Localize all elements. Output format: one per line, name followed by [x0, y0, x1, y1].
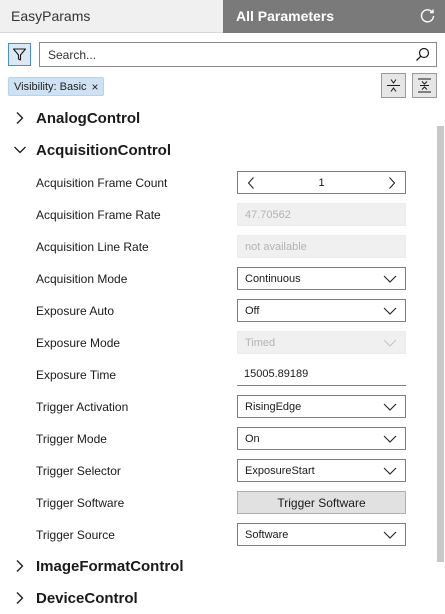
param-value: 1 [318, 177, 325, 189]
group-label: AcquisitionControl [36, 142, 171, 159]
group-devicecontrol[interactable]: DeviceControl [0, 582, 430, 614]
trigger-source-dropdown[interactable]: Software [237, 523, 406, 546]
search-icon[interactable] [415, 47, 430, 62]
chevron-down-icon [383, 467, 397, 475]
param-row-exposure-auto: Exposure Auto Off [0, 295, 430, 327]
param-value: 47.70562 [245, 209, 291, 221]
filter-button[interactable] [8, 43, 31, 66]
param-value: ExposureStart [245, 465, 315, 477]
tab-all-parameters-label: All Parameters [236, 8, 335, 24]
acquisition-mode-dropdown[interactable]: Continuous [237, 267, 406, 290]
chevron-down-icon [383, 275, 397, 283]
chevron-down-icon [383, 339, 397, 347]
trigger-selector-dropdown[interactable]: ExposureStart [237, 459, 406, 482]
tab-all-parameters[interactable]: All Parameters [223, 0, 445, 33]
param-row-trigger-software: Trigger Software Trigger Software [0, 487, 430, 519]
exposure-mode-dropdown: Timed [237, 331, 406, 354]
param-label: Acquisition Mode [36, 272, 128, 286]
param-label: Exposure Mode [36, 336, 121, 350]
trigger-mode-dropdown[interactable]: On [237, 427, 406, 450]
param-row-acquisition-frame-rate: Acquisition Frame Rate 47.70562 [0, 199, 430, 231]
group-label: ImageFormatControl [36, 558, 184, 575]
filter-icon [12, 48, 27, 61]
collapse-all-icon [387, 79, 400, 92]
expand-all-button[interactable] [412, 73, 437, 98]
param-label: Acquisition Line Rate [36, 240, 149, 254]
collapse-all-button[interactable] [381, 73, 406, 98]
param-row-exposure-mode: Exposure Mode Timed [0, 327, 430, 359]
group-analogcontrol[interactable]: AnalogControl [0, 102, 430, 134]
chevron-down-icon [383, 435, 397, 443]
param-value: On [245, 433, 260, 445]
param-value: RisingEdge [245, 401, 302, 413]
param-row-trigger-activation: Trigger Activation RisingEdge [0, 391, 430, 423]
param-value: Off [245, 305, 260, 317]
param-label: Acquisition Frame Count [36, 176, 168, 190]
param-row-exposure-time: Exposure Time 15005.89189 [0, 359, 430, 391]
param-label: Exposure Time [36, 368, 117, 382]
tab-easyparams[interactable]: EasyParams [0, 0, 223, 33]
chevron-down-icon[interactable] [13, 143, 27, 157]
chevron-right-icon[interactable] [13, 559, 27, 573]
param-row-acquisition-frame-count: Acquisition Frame Count 1 [0, 167, 430, 199]
group-imageformatcontrol[interactable]: ImageFormatControl [0, 550, 430, 582]
param-label: Trigger Software [36, 496, 125, 510]
expand-all-icon [418, 78, 431, 93]
chevron-down-icon [383, 403, 397, 411]
param-row-acquisition-line-rate: Acquisition Line Rate not available [0, 231, 430, 263]
group-label: AnalogControl [36, 110, 141, 127]
acquisition-frame-rate-field: 47.70562 [237, 203, 406, 226]
exposure-time-input[interactable]: 15005.89189 [237, 363, 406, 386]
exposure-auto-dropdown[interactable]: Off [237, 299, 406, 322]
tab-easyparams-label: EasyParams [11, 8, 91, 24]
chevron-right-icon[interactable] [387, 176, 397, 190]
trigger-activation-dropdown[interactable]: RisingEdge [237, 395, 406, 418]
param-row-trigger-mode: Trigger Mode On [0, 423, 430, 455]
param-row-acquisition-mode: Acquisition Mode Continuous [0, 263, 430, 295]
group-label: DeviceControl [36, 590, 138, 607]
chevron-right-icon[interactable] [13, 591, 27, 605]
param-label: Exposure Auto [36, 304, 115, 318]
visibility-chip-label: Visibility: Basic [14, 80, 87, 93]
param-value: 15005.89189 [244, 368, 309, 380]
visibility-filter-chip: Visibility: Basic × [8, 77, 104, 96]
param-value: not available [245, 241, 307, 253]
search-box [39, 42, 437, 67]
param-label: Trigger Activation [36, 400, 129, 414]
param-value: Timed [245, 337, 276, 349]
param-row-trigger-source: Trigger Source Software [0, 519, 430, 551]
tab-bar: EasyParams All Parameters [0, 0, 445, 33]
chevron-down-icon [383, 531, 397, 539]
param-label: Trigger Selector [36, 464, 121, 478]
acquisition-line-rate-field: not available [237, 235, 406, 258]
trigger-software-button[interactable]: Trigger Software [237, 491, 406, 514]
chevron-right-icon[interactable] [13, 111, 27, 125]
refresh-icon[interactable] [419, 7, 436, 24]
param-label: Trigger Mode [36, 432, 107, 446]
vertical-scrollbar[interactable] [437, 126, 444, 562]
param-label: Acquisition Frame Rate [36, 208, 161, 222]
acquisition-frame-count-stepper[interactable]: 1 [237, 171, 406, 194]
group-acquisitioncontrol[interactable]: AcquisitionControl [0, 134, 430, 166]
param-label: Trigger Source [36, 528, 115, 542]
chevron-down-icon [383, 307, 397, 315]
trigger-software-button-label: Trigger Software [277, 496, 366, 510]
search-input[interactable] [40, 43, 390, 66]
remove-filter-icon[interactable]: × [92, 81, 99, 93]
param-value: Continuous [245, 273, 301, 285]
param-row-trigger-selector: Trigger Selector ExposureStart [0, 455, 430, 487]
param-value: Software [245, 529, 289, 541]
